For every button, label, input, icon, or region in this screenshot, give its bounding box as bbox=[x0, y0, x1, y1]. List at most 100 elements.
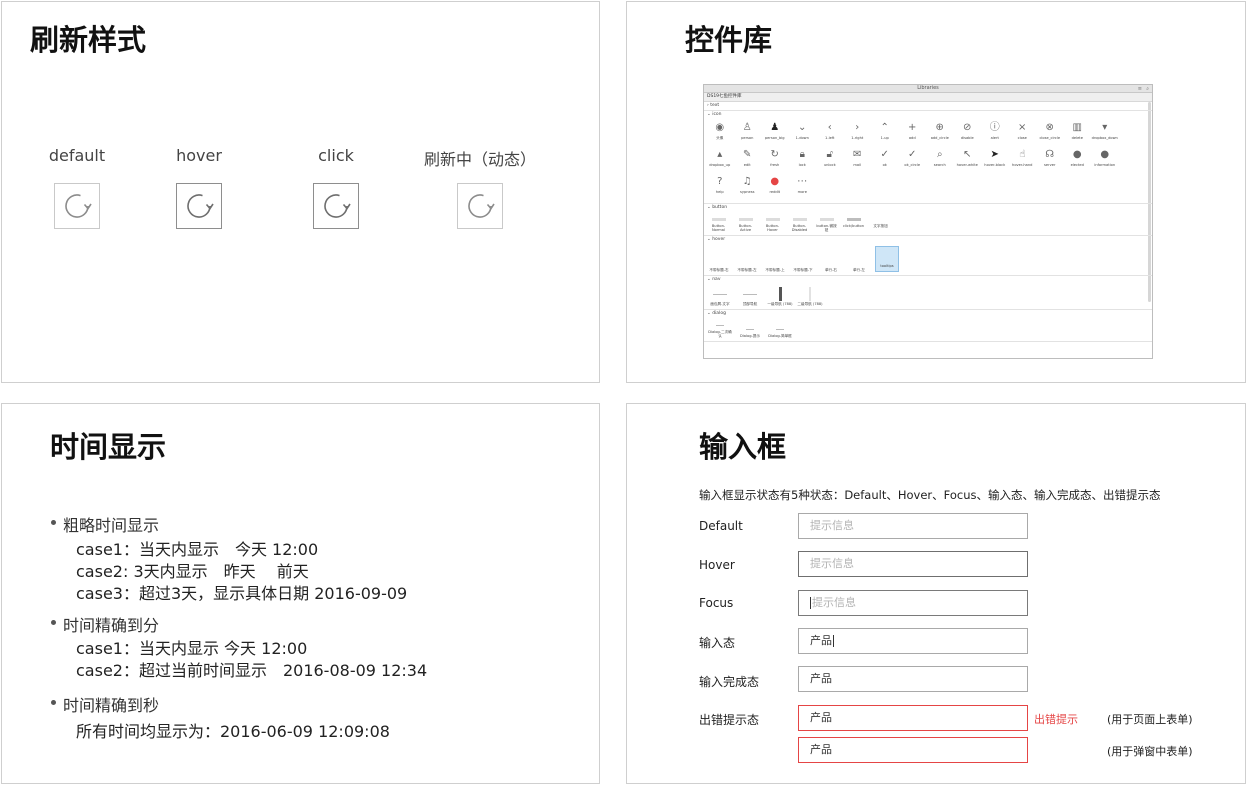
hover-symbol[interactable]: 不带标题-下 bbox=[791, 268, 815, 272]
icon-symbol[interactable]: ☊ server bbox=[1036, 147, 1064, 174]
refresh-button-click[interactable] bbox=[313, 183, 359, 229]
ok-icon: ✓ bbox=[880, 149, 889, 160]
icon-symbol[interactable]: + add bbox=[899, 120, 927, 147]
nav-symbol[interactable]: 一级导航 (788) bbox=[767, 286, 793, 306]
field-label-typing: 输入态 bbox=[699, 636, 736, 650]
server-icon: ☊ bbox=[1045, 149, 1055, 160]
icon-symbol[interactable]: ☝ hover-hand bbox=[1009, 147, 1037, 174]
hover-symbol[interactable]: 不带标题-右 bbox=[707, 268, 731, 272]
icon-symbol[interactable]: × close bbox=[1009, 120, 1037, 147]
hover-symbol[interactable]: 单行-右 bbox=[819, 268, 843, 272]
refresh-state-default: default bbox=[22, 146, 132, 229]
icon-symbol[interactable]: ⌕ search bbox=[926, 147, 954, 174]
button-symbol[interactable]: click/button bbox=[842, 214, 865, 232]
icon-symbol[interactable]: ● reddit bbox=[761, 174, 789, 201]
time-group-head: 时间精确到分 bbox=[63, 616, 160, 635]
icon-symbol[interactable]: ♟ person_big bbox=[761, 120, 789, 147]
icon-symbol[interactable]: › 1-right bbox=[844, 120, 872, 147]
dialog-symbol-row: Dialog-二次确认 Dialog-提示 Dialog-简单框 bbox=[704, 318, 1152, 341]
icon-symbol[interactable]: ? help bbox=[706, 174, 734, 201]
icon-symbol[interactable]: ● elected bbox=[1064, 147, 1092, 174]
icon-symbol[interactable]: 🔒︎ lock bbox=[789, 147, 817, 174]
dialog-thumbnail bbox=[737, 324, 763, 334]
input-error-page[interactable]: 产品 bbox=[798, 705, 1028, 731]
section-toggle-dialog[interactable]: ⌄ dialog bbox=[704, 310, 1152, 318]
input-typing[interactable]: 产品 bbox=[798, 628, 1028, 654]
icon-symbol[interactable]: ✉ mail bbox=[844, 147, 872, 174]
section-toggle-button[interactable]: ⌄ button bbox=[704, 204, 1152, 212]
icon-symbol-label: edit bbox=[743, 163, 751, 167]
icon-symbol[interactable]: ⓘ alert bbox=[981, 120, 1009, 147]
information-icon: ● bbox=[1100, 149, 1110, 160]
button-symbol[interactable]: Button-Hover bbox=[761, 214, 784, 232]
input-title: 输入框 bbox=[699, 430, 787, 464]
icon-symbol-label: person_big bbox=[764, 136, 785, 140]
input-placeholder: 提示信息 bbox=[812, 596, 856, 609]
dialog-symbol[interactable]: Dialog-提示 bbox=[737, 324, 763, 338]
note-dialog-form: (用于弹窗中表单) bbox=[1107, 745, 1193, 758]
button-symbol[interactable]: button-微按钮 bbox=[815, 214, 838, 232]
hover-symbol[interactable]: 不带标题-上 bbox=[763, 268, 787, 272]
button-symbol[interactable]: Button-Disabled bbox=[788, 214, 811, 232]
nav-symbol[interactable]: 面包屑-文字 bbox=[707, 286, 733, 306]
icon-symbol[interactable]: ↻ fresh bbox=[761, 147, 789, 174]
icon-symbol[interactable]: ➤ hover-black bbox=[981, 147, 1009, 174]
nav-symbol[interactable]: 顶部导航 bbox=[737, 286, 763, 306]
hover-symbol[interactable]: tooltips bbox=[875, 246, 899, 272]
hover-symbol[interactable]: 单行-左 bbox=[847, 268, 871, 272]
button-symbol[interactable]: 文字按钮 bbox=[869, 214, 892, 232]
icon-symbol-label: reddit bbox=[769, 190, 781, 194]
icon-symbol[interactable]: ⊘ disable bbox=[954, 120, 982, 147]
icon-symbol[interactable]: ↖ hover-white bbox=[954, 147, 982, 174]
field-label-default: Default bbox=[699, 519, 743, 533]
icon-symbol[interactable]: ⊕ add_circle bbox=[926, 120, 954, 147]
input-error-dialog[interactable]: 产品 bbox=[798, 737, 1028, 763]
library-section-button: ⌄ button Button-Normal Button-Active Butto… bbox=[704, 204, 1152, 236]
input-focus[interactable]: 提示信息 bbox=[798, 590, 1028, 616]
input-default[interactable]: 提示信息 bbox=[798, 513, 1028, 539]
icon-symbol[interactable]: ✎ edit bbox=[734, 147, 762, 174]
search-icon[interactable]: ⌕ bbox=[1146, 86, 1149, 93]
section-toggle-hover[interactable]: ⌄ hover bbox=[704, 236, 1152, 244]
section-toggle-nav[interactable]: ⌄ nav bbox=[704, 276, 1152, 284]
nav-symbol[interactable]: 二级导航 (788) bbox=[797, 286, 823, 306]
button-symbol[interactable]: Button-Active bbox=[734, 214, 757, 232]
time-case: case2: 3天内显示 昨天 前天 bbox=[76, 562, 309, 581]
icon-symbol-label: delete bbox=[1071, 136, 1083, 140]
icon-symbol[interactable]: ‹ 1-left bbox=[816, 120, 844, 147]
list-view-icon[interactable]: ≡ bbox=[1138, 86, 1142, 93]
section-label: dialog bbox=[712, 311, 726, 316]
dialog-symbol[interactable]: Dialog-二次确认 bbox=[707, 320, 733, 338]
refresh-button-loading[interactable] bbox=[457, 183, 503, 229]
icon-symbol[interactable]: ♙ person bbox=[734, 120, 762, 147]
icon-symbol[interactable]: ✓ ok_circle bbox=[899, 147, 927, 174]
refresh-button-default[interactable] bbox=[54, 183, 100, 229]
dialog-symbol[interactable]: Dialog-简单框 bbox=[767, 324, 793, 338]
hover-symbol[interactable]: 不带标题-左 bbox=[735, 268, 759, 272]
icon-symbol[interactable]: ⌄ 1-down bbox=[789, 120, 817, 147]
input-hover[interactable]: 提示信息 bbox=[798, 551, 1028, 577]
button-symbol-label: click/button bbox=[842, 224, 865, 228]
icon-symbol[interactable]: ◉ 头像 bbox=[706, 120, 734, 147]
icon-symbol[interactable]: ♫ sypness bbox=[734, 174, 762, 201]
icon-symbol[interactable]: ▥ delete bbox=[1064, 120, 1092, 147]
icon-symbol[interactable]: ⊗ close_circle bbox=[1036, 120, 1064, 147]
section-toggle-icon[interactable]: ⌄ icon bbox=[704, 111, 1152, 119]
button-symbol[interactable]: Button-Normal bbox=[707, 214, 730, 232]
icon-symbol-label: unlock bbox=[823, 163, 836, 167]
icon-symbol[interactable]: ⋯ more bbox=[789, 174, 817, 201]
library-selector[interactable]: DS19七鱼控件库 bbox=[704, 93, 1152, 102]
icon-symbol[interactable]: ⌃ 1-up bbox=[871, 120, 899, 147]
input-complete[interactable]: 产品 bbox=[798, 666, 1028, 692]
icon-symbol-label: 1-left bbox=[825, 136, 835, 140]
icon-symbol[interactable]: ● information bbox=[1091, 147, 1119, 174]
time-case: case3：超过3天，显示具体日期 2016-09-09 bbox=[76, 584, 408, 603]
icon-symbol[interactable]: ▴ dropbox_up bbox=[706, 147, 734, 174]
input-value: 产品 bbox=[810, 711, 832, 724]
refresh-icon bbox=[324, 194, 351, 218]
icon-symbol[interactable]: 🔓︎ unlock bbox=[816, 147, 844, 174]
icon-symbol[interactable]: ▾ dropbox_down bbox=[1091, 120, 1119, 147]
section-toggle-text[interactable]: › text bbox=[704, 102, 1152, 110]
refresh-button-hover[interactable] bbox=[176, 183, 222, 229]
icon-symbol[interactable]: ✓ ok bbox=[871, 147, 899, 174]
